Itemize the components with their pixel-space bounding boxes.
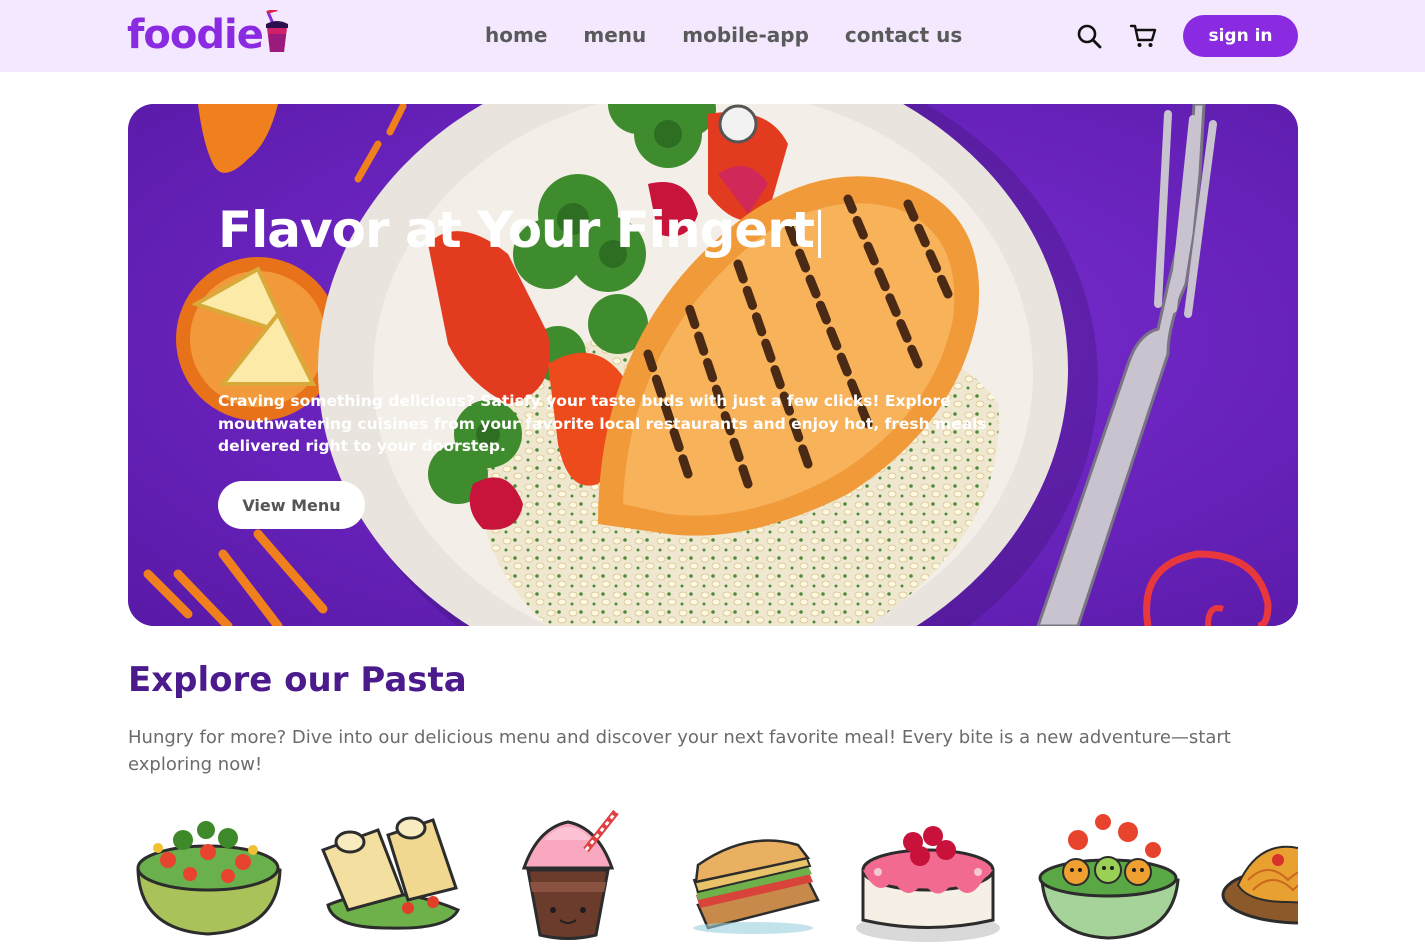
view-menu-button[interactable]: View Menu — [218, 481, 365, 529]
sign-in-button[interactable]: sign in — [1183, 15, 1298, 57]
hero-title: Flavor at Your Fingert — [218, 200, 821, 260]
cup-icon — [265, 10, 288, 52]
dessert-shake-icon[interactable] — [488, 810, 648, 947]
nav-links: home menu mobile-app contact us — [485, 22, 962, 48]
cart-icon[interactable] — [1129, 22, 1157, 50]
hero-description: Craving something delicious? Satisfy you… — [218, 392, 987, 455]
cake-icon[interactable] — [848, 810, 1008, 947]
pure-veg-bowl-icon[interactable] — [1028, 810, 1188, 947]
brand-logo[interactable]: foodie — [127, 10, 290, 60]
sandwich-icon[interactable] — [668, 810, 828, 947]
typing-caret — [817, 209, 821, 258]
explore-title: Explore our Pasta — [128, 660, 467, 700]
rolls-icon[interactable] — [308, 810, 468, 947]
hero-title-text: Flavor at Your Fingert — [218, 201, 815, 259]
top-navbar: foodie home menu mobile-app contact us s… — [0, 0, 1425, 72]
menu-category-list — [128, 810, 1298, 947]
nav-link-menu[interactable]: menu — [583, 22, 646, 48]
nav-link-contact-us[interactable]: contact us — [845, 22, 962, 48]
logo-text: foodie — [127, 12, 264, 58]
search-icon[interactable] — [1075, 22, 1103, 50]
salad-bowl-icon[interactable] — [128, 810, 288, 947]
pasta-icon[interactable] — [1208, 810, 1298, 947]
hero-banner: Flavor at Your Fingert Craving something… — [128, 104, 1298, 626]
nav-link-mobile-app[interactable]: mobile-app — [682, 22, 809, 48]
explore-description: Hungry for more? Dive into our delicious… — [128, 727, 1231, 775]
nav-link-home[interactable]: home — [485, 22, 547, 48]
hero-food-illustration — [128, 104, 1298, 626]
